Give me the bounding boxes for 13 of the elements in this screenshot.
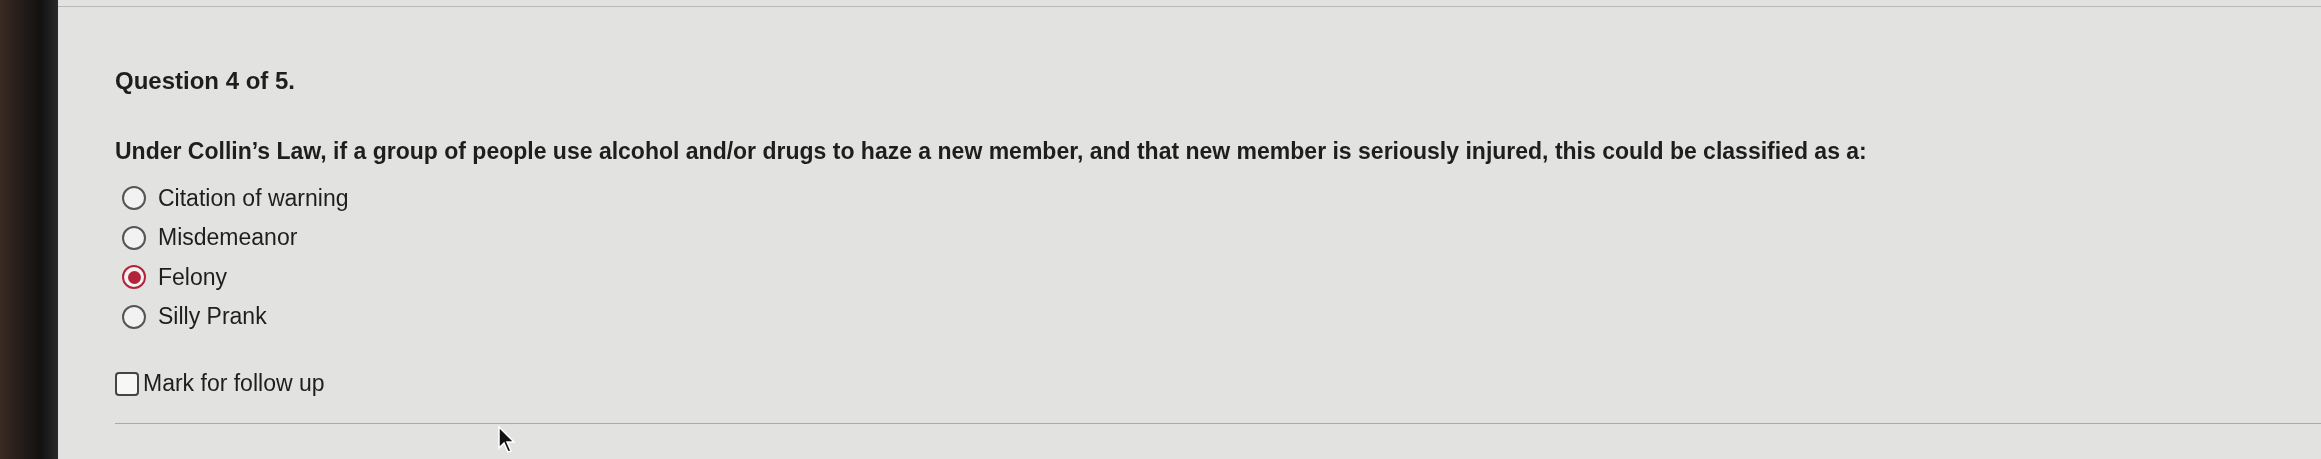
radio-button[interactable] <box>122 265 146 290</box>
mouse-pointer-icon <box>498 425 518 454</box>
radio-button[interactable] <box>122 225 146 250</box>
checkbox[interactable] <box>115 371 139 396</box>
checkbox-label[interactable]: Mark for follow up <box>143 366 325 401</box>
radio-button[interactable] <box>122 304 146 329</box>
question-text: Under Collin’s Law, if a group of people use alcohol and/or drugs to haze a new member, and that new member is seriously injured, this could be classified as a: <box>115 136 1868 166</box>
option-label[interactable]: Citation of warning <box>158 180 349 216</box>
option-label[interactable]: Silly Prank <box>158 299 267 334</box>
question-heading: Question 4 of 5. <box>115 67 297 96</box>
option-label[interactable]: Felony <box>158 259 228 295</box>
radio-button[interactable] <box>122 186 146 211</box>
option-label[interactable]: Misdemeanor <box>158 220 298 255</box>
